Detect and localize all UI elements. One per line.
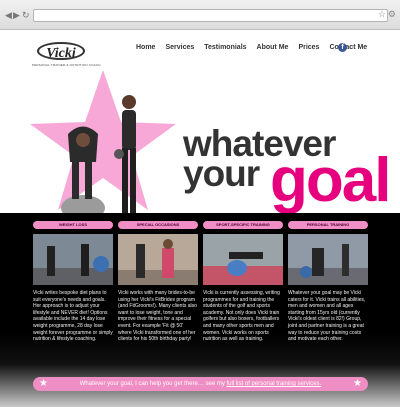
- sport-training-photo: [203, 234, 283, 285]
- trainer-with-ball-image: [61, 126, 105, 221]
- weight-loss-photo: [33, 234, 113, 285]
- forward-icon[interactable]: ▶: [13, 11, 20, 20]
- service-description: Vicki is currently assessing, writing pr…: [203, 290, 280, 343]
- nav-home[interactable]: Home: [136, 44, 155, 51]
- star-icon: ★: [39, 378, 48, 389]
- nav-about-me[interactable]: About Me: [257, 44, 289, 51]
- service-description: Whatever your goal may be Vicki caters f…: [288, 290, 366, 343]
- service-description: Vicki writes bespoke diet plans to suit …: [33, 290, 113, 343]
- nav-services[interactable]: Services: [165, 44, 194, 51]
- service-heading[interactable]: PERSONAL TRAINING: [288, 221, 368, 229]
- star-icon: ★: [353, 378, 362, 389]
- reload-icon[interactable]: ↻: [22, 11, 30, 20]
- service-personal-training: PERSONAL TRAINING Whatever your goal may…: [288, 221, 368, 343]
- logo[interactable]: Vicki: [37, 42, 85, 61]
- trainer-standing-image: [114, 95, 136, 216]
- services-list-link[interactable]: full list of personal training services.: [227, 381, 322, 387]
- main-nav: Home Services Testimonials About Me Pric…: [136, 44, 367, 51]
- hero-line-goal: goal: [270, 146, 391, 215]
- address-bar[interactable]: [33, 9, 388, 22]
- service-heading[interactable]: SPORT-SPECIFIC TRAINING: [203, 221, 283, 229]
- facebook-icon[interactable]: f: [338, 43, 347, 52]
- web-page: Vicki PERSONAL TRAINER & NUTRITION COACH…: [0, 30, 400, 407]
- service-heading[interactable]: WEIGHT LOSS: [33, 221, 113, 229]
- personal-training-photo: [288, 234, 368, 285]
- settings-wrench-icon[interactable]: ⚙: [388, 10, 396, 19]
- special-occasions-photo: [118, 234, 198, 285]
- cta-text: Whatever your goal, I can help you get t…: [79, 381, 227, 387]
- hero-line-your: your: [183, 153, 260, 194]
- bookmark-star-icon[interactable]: ☆: [378, 10, 386, 19]
- back-icon[interactable]: ◀: [5, 11, 12, 20]
- logo-text: Vicki: [46, 46, 76, 61]
- service-description: Vicki works with many brides-to-be using…: [118, 290, 197, 343]
- nav-testimonials[interactable]: Testimonials: [204, 44, 246, 51]
- browser-toolbar: ◀ ▶ ↻ ☆ ⚙: [0, 0, 400, 30]
- service-sport-specific-training: SPORT-SPECIFIC TRAINING Vicki is current…: [203, 221, 283, 343]
- cta-bar: ★ Whatever your goal, I can help you get…: [33, 377, 368, 391]
- nav-contact-me[interactable]: Contact Me: [329, 44, 367, 51]
- service-heading[interactable]: SPECIAL OCCASIONS: [118, 221, 198, 229]
- service-weight-loss: WEIGHT LOSS Vicki writes bespoke diet pl…: [33, 221, 113, 343]
- logo-tagline: PERSONAL TRAINER & NUTRITION COACH: [32, 63, 101, 67]
- nav-prices[interactable]: Prices: [298, 44, 319, 51]
- service-special-occasions: SPECIAL OCCASIONS Vicki works with many …: [118, 221, 198, 343]
